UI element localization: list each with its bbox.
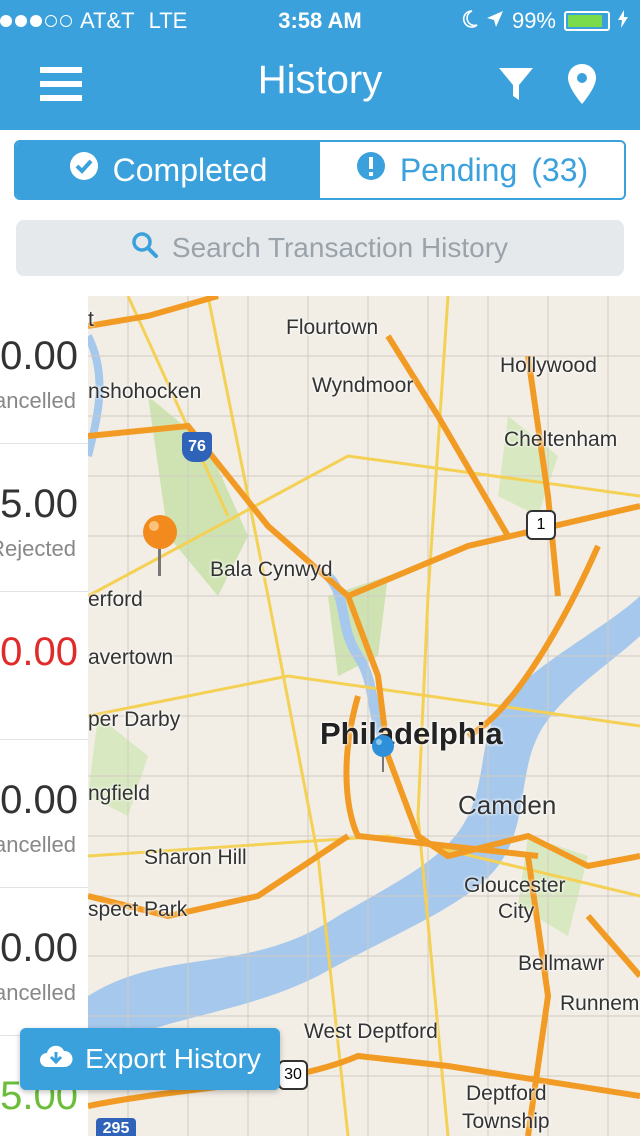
transaction-status: ancelled bbox=[0, 980, 76, 1005]
transaction-row[interactable]: 0.00 ancelled bbox=[0, 888, 88, 1036]
transaction-row[interactable]: 0.00 ancelled bbox=[0, 740, 88, 888]
interstate-shield-icon: 295 bbox=[96, 1118, 136, 1136]
highway-shield-icon: 1 bbox=[526, 510, 556, 540]
transaction-status: Rejected bbox=[0, 536, 76, 561]
map-label: Runnem bbox=[560, 992, 640, 1015]
map-label: Cheltenham bbox=[504, 428, 618, 451]
pending-count: (33) bbox=[531, 151, 589, 188]
highway-shield-icon: 30 bbox=[278, 1060, 308, 1090]
map-label: Camden bbox=[458, 790, 557, 820]
tab-completed[interactable]: Completed bbox=[16, 142, 320, 198]
map-label: West Deptford bbox=[304, 1020, 438, 1043]
map-label: Deptford bbox=[466, 1082, 547, 1105]
transaction-amount: 5.00 bbox=[0, 482, 78, 526]
search-input[interactable]: Search Transaction History bbox=[16, 220, 624, 276]
interstate-shield-icon: 76 bbox=[182, 432, 212, 462]
map-label: avertown bbox=[88, 646, 174, 669]
transaction-amount: 0.00 bbox=[0, 778, 78, 822]
map-label: Flourtown bbox=[286, 316, 379, 339]
orange-pin-icon[interactable] bbox=[140, 514, 180, 578]
map-view[interactable]: t Flourtown Hollywood nshohocken Wyndmoo… bbox=[88, 296, 640, 1136]
map-label: t bbox=[88, 308, 94, 331]
map-label: Philadelphia bbox=[320, 716, 503, 751]
checkmark-circle-icon bbox=[69, 151, 99, 189]
map-label: Hollywood bbox=[500, 354, 597, 377]
map-label: ngfield bbox=[88, 782, 150, 805]
transaction-row[interactable]: 0.00 ancelled bbox=[0, 296, 88, 444]
map-label: spect Park bbox=[88, 898, 188, 921]
cloud-download-icon bbox=[39, 1043, 73, 1076]
battery-percent: 99% bbox=[511, 8, 556, 33]
map-label: per Darby bbox=[88, 708, 181, 731]
transaction-row[interactable]: 0.00 bbox=[0, 592, 88, 740]
moon-icon bbox=[462, 8, 478, 34]
transaction-row[interactable]: 5.00 Rejected bbox=[0, 444, 88, 592]
map-label: Sharon Hill bbox=[144, 846, 247, 869]
map-label: nshohocken bbox=[88, 380, 202, 403]
map-label: Bellmawr bbox=[518, 952, 605, 975]
transaction-amount: 0.00 bbox=[0, 630, 78, 674]
export-history-button[interactable]: Export History bbox=[20, 1028, 280, 1090]
map-label: Wyndmoor bbox=[312, 374, 414, 397]
transaction-status: ancelled bbox=[0, 388, 76, 413]
filter-icon[interactable] bbox=[494, 62, 538, 106]
map-label: Bala Cynwyd bbox=[210, 558, 333, 581]
transaction-list: 0.00 ancelled 5.00 Rejected 0.00 0.00 an… bbox=[0, 296, 88, 1136]
search-icon bbox=[132, 231, 158, 265]
transaction-amount: 0.00 bbox=[0, 926, 78, 970]
tab-completed-label: Completed bbox=[112, 151, 268, 188]
map-label: City bbox=[498, 900, 535, 923]
location-arrow-icon bbox=[486, 8, 504, 34]
tab-pending-label: Pending bbox=[399, 151, 518, 188]
map-label: erford bbox=[88, 588, 143, 611]
exclamation-circle-icon bbox=[356, 151, 386, 189]
map-label: Gloucester bbox=[464, 874, 566, 897]
map-pin-icon[interactable] bbox=[564, 60, 600, 108]
transaction-amount: 0.00 bbox=[0, 334, 78, 378]
blue-pin-icon[interactable] bbox=[369, 734, 397, 774]
page-title: History bbox=[257, 58, 383, 102]
charging-icon bbox=[618, 8, 628, 34]
nav-bar: History bbox=[0, 40, 640, 130]
status-right: 99% bbox=[462, 8, 628, 34]
status-bar: AT&T LTE 3:58 AM 99% bbox=[0, 0, 640, 40]
search-placeholder: Search Transaction History bbox=[171, 232, 509, 263]
history-segmented-control: Completed Pending (33) bbox=[14, 140, 626, 200]
map-label: Township bbox=[462, 1110, 550, 1133]
tab-pending[interactable]: Pending (33) bbox=[320, 142, 624, 198]
export-history-label: Export History bbox=[85, 1043, 261, 1074]
battery-icon bbox=[564, 11, 610, 31]
transaction-status: ancelled bbox=[0, 832, 76, 857]
